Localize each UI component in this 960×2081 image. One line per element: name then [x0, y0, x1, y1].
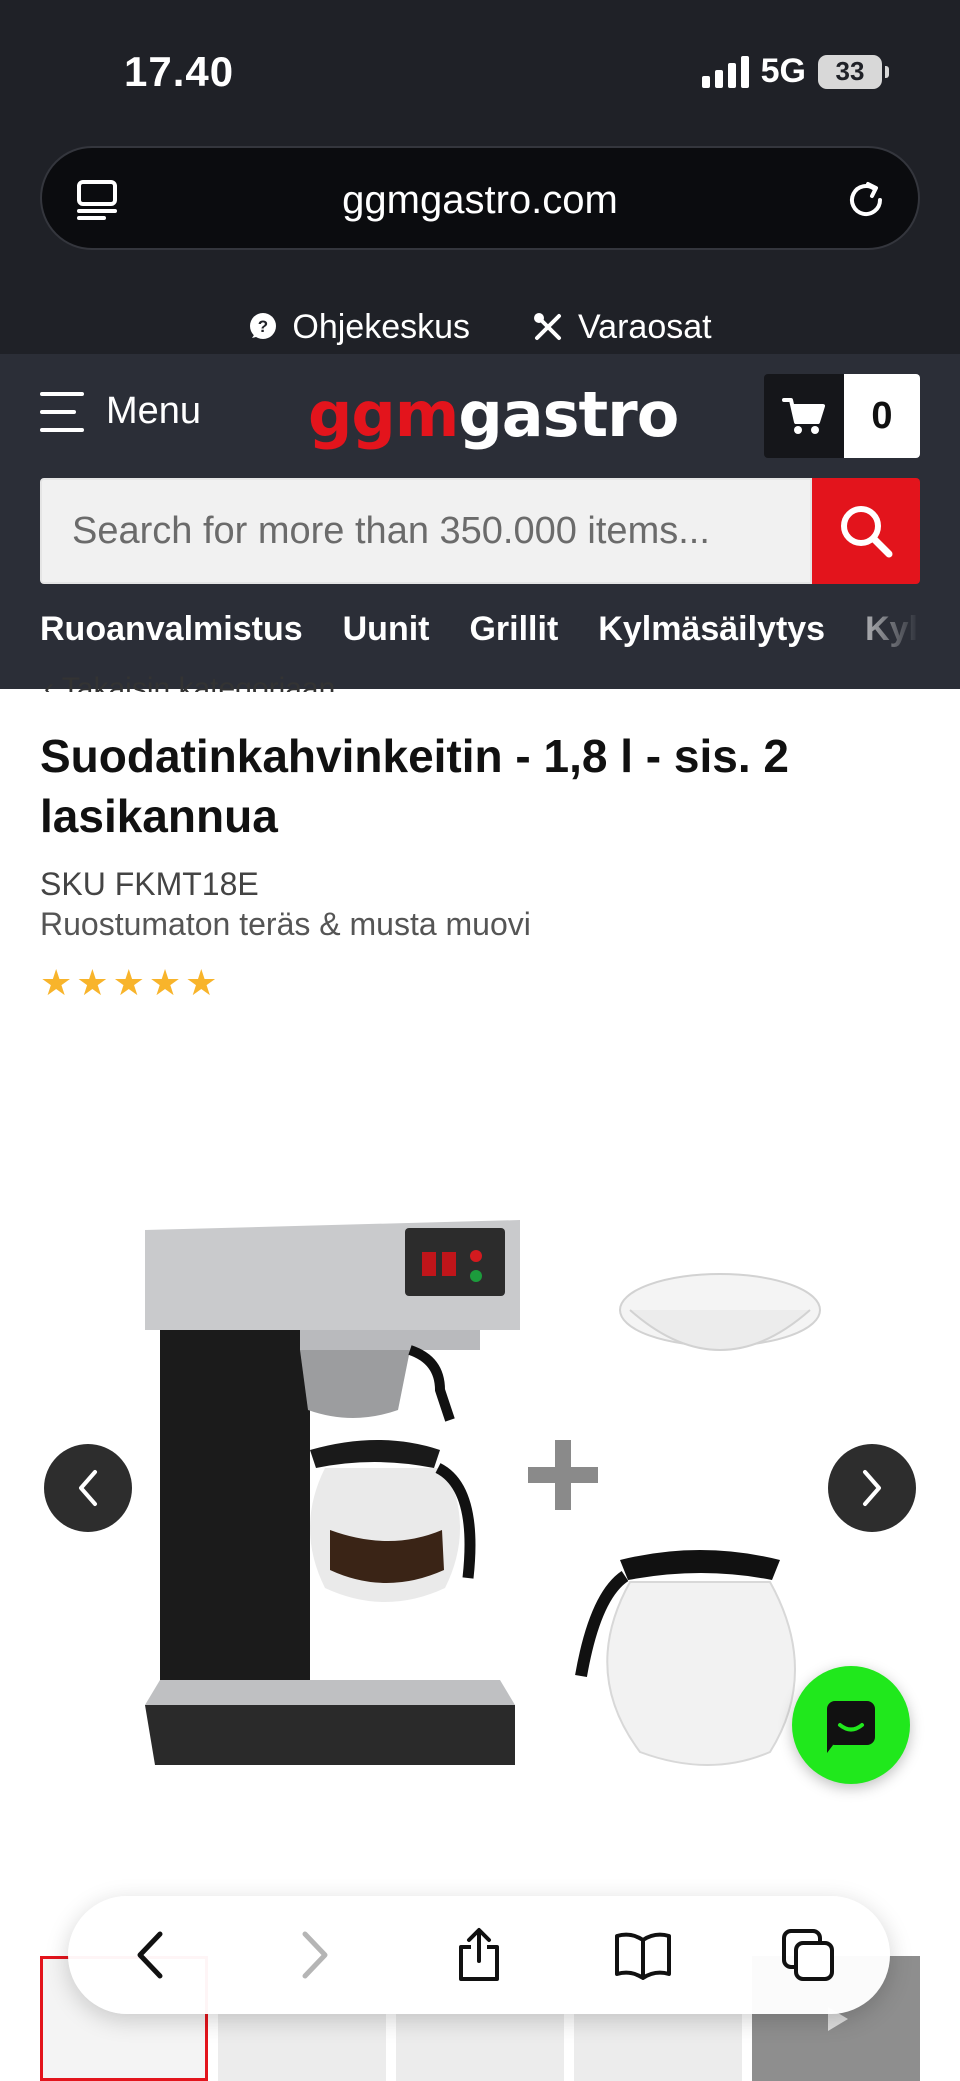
category-kylma[interactable]: Kylmä	[865, 610, 920, 660]
category-grillit[interactable]: Grillit	[469, 610, 558, 660]
share-button[interactable]	[439, 1915, 519, 1995]
forward-arrow-icon	[302, 1931, 328, 1979]
tools-icon	[534, 313, 562, 340]
help-center-link[interactable]: ? Ohjekeskus	[248, 308, 470, 347]
spare-parts-label: Varaosat	[578, 307, 712, 346]
book-icon	[615, 1932, 672, 1980]
chevron-left-icon	[79, 1470, 97, 1506]
product-material: Ruostumaton teräs & musta muovi	[40, 906, 531, 942]
browser-chrome: ggmgastro.com ? Ohjekeskus Varaosat	[0, 130, 960, 354]
tabs-button[interactable]	[768, 1915, 848, 1995]
gallery-prev-button[interactable]	[44, 1444, 132, 1532]
search-input[interactable]	[40, 478, 812, 584]
battery-level: 33	[835, 56, 865, 86]
address-bar[interactable]: ggmgastro.com	[40, 146, 920, 250]
search-bar	[40, 478, 920, 584]
menu-label: Menu	[106, 390, 202, 432]
battery-icon: 33	[818, 54, 889, 89]
chat-icon	[827, 1701, 875, 1753]
search-icon	[841, 506, 893, 558]
chevron-right-icon	[863, 1470, 881, 1506]
star-icon: ★	[148, 962, 182, 1003]
back-button[interactable]	[110, 1915, 190, 1995]
logo-ggm: ggm	[308, 378, 459, 451]
spare-parts-link[interactable]: Varaosat	[532, 308, 712, 347]
back-arrow-icon	[137, 1931, 163, 1979]
glass-jug-illustration	[575, 1550, 796, 1766]
url-text[interactable]: ggmgastro.com	[42, 178, 918, 223]
category-ruoanvalmistus[interactable]: Ruoanvalmistus	[40, 610, 303, 660]
help-chat-icon: ?	[250, 313, 277, 339]
menu-button[interactable]: Menu	[40, 390, 201, 433]
tabs-icon	[781, 1929, 834, 1981]
rating-stars[interactable]: ★ ★ ★ ★ ★	[40, 962, 217, 1004]
cart-button[interactable]: 0	[764, 374, 920, 458]
site-logo[interactable]: ggmgastro	[308, 378, 679, 451]
browser-toolbar	[68, 1896, 890, 2014]
hamburger-icon	[40, 391, 84, 432]
signal-icon	[701, 55, 749, 88]
category-nav: Ruoanvalmistus Uunit Grillit Kylmäsäilyt…	[40, 610, 920, 660]
status-indicators: 5G 33	[701, 52, 889, 91]
plus-icon	[528, 1440, 598, 1510]
category-kylmasailytys[interactable]: Kylmäsäilytys	[598, 610, 825, 660]
bookmarks-button[interactable]	[603, 1915, 683, 1995]
status-time: 17.40	[124, 48, 235, 95]
product-title: Suodatinkahvinkeitin - 1,8 l - sis. 2 la…	[40, 730, 789, 842]
help-center-label: Ohjekeskus	[292, 307, 471, 346]
star-icon: ★	[112, 962, 145, 1003]
product-sku: SKU FKMT18E	[40, 866, 259, 902]
logo-gastro: gastro	[458, 378, 679, 451]
share-icon	[458, 1928, 499, 1981]
product-image[interactable]	[120, 1200, 880, 1800]
forward-button[interactable]	[275, 1915, 355, 1995]
star-icon: ★	[40, 962, 73, 1003]
cart-count: 0	[844, 374, 920, 458]
status-bar: 17.40 5G 33	[0, 0, 960, 140]
help-links: ? Ohjekeskus Varaosat	[0, 300, 960, 354]
back-to-category-link[interactable]: ‹ Takaisin kategoriaan	[44, 672, 335, 692]
filter-paper-illustration	[619, 1273, 821, 1351]
search-button[interactable]	[812, 478, 920, 584]
category-uunit[interactable]: Uunit	[343, 610, 430, 660]
network-type: 5G	[760, 52, 806, 90]
gallery-next-button[interactable]	[828, 1444, 916, 1532]
svg-text:?: ?	[258, 317, 268, 336]
cart-icon	[764, 374, 844, 458]
coffee-machine-illustration	[145, 1220, 520, 1765]
star-icon: ★	[185, 962, 218, 1003]
site-header: Menu ggmgastro 0 Ruoanvalmistus Uunit Gr…	[0, 354, 960, 689]
star-icon: ★	[76, 962, 109, 1003]
reload-icon[interactable]	[844, 178, 888, 222]
chat-button[interactable]	[792, 1666, 910, 1784]
